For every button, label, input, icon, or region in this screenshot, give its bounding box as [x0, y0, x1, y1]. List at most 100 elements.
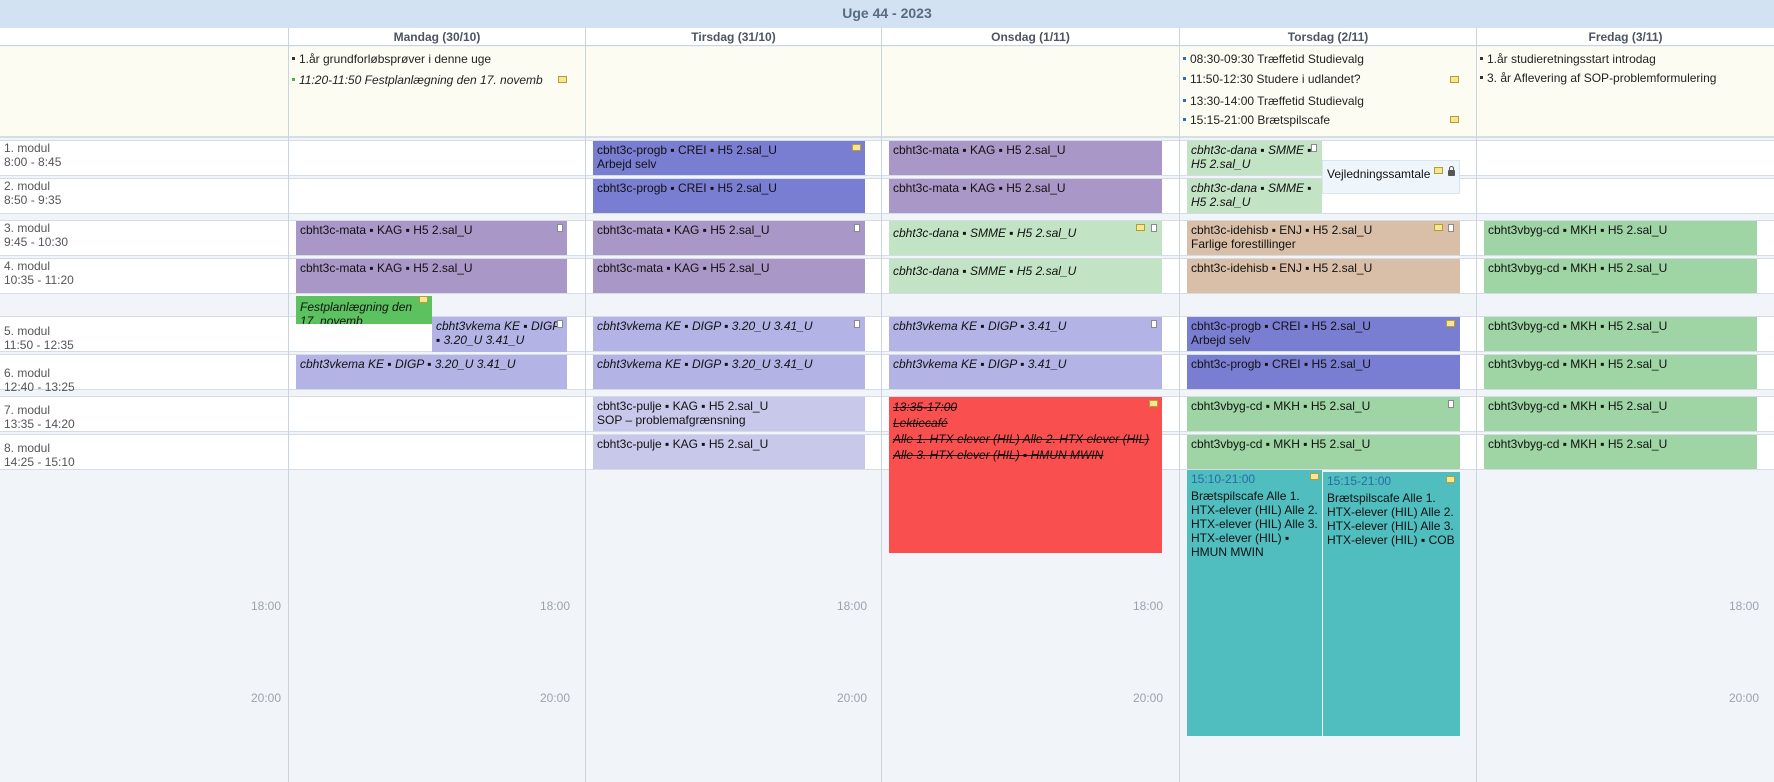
time-label-18: 18:00: [1728, 599, 1759, 613]
comment-icon[interactable]: [1446, 476, 1455, 483]
document-icon[interactable]: [1311, 144, 1317, 152]
day-header-fredag[interactable]: Fredag (3/11): [1476, 28, 1774, 46]
allday-cell-tirsdag: [585, 47, 881, 138]
comment-icon[interactable]: [852, 144, 861, 151]
festplan-event[interactable]: Festplanlægning den 17. novemb: [296, 296, 432, 324]
comment-icon[interactable]: [1450, 76, 1459, 83]
lesson-event[interactable]: cbht3c-mata ▪ KAG ▪ H5 2.sal_U: [593, 259, 865, 293]
time-label-18: 18:00: [250, 599, 281, 613]
lesson-event[interactable]: cbht3c-progb ▪ CREI ▪ H5 2.sal_U Arbejd s…: [593, 141, 865, 175]
week-title: Uge 44 - 2023: [0, 0, 1774, 29]
document-icon[interactable]: [854, 224, 860, 232]
allday-event[interactable]: 3. år Aflevering af SOP-problemformuleri…: [1480, 71, 1765, 85]
lektiecafe-event[interactable]: 13:35-17:00 Lektiecafé Alle 1. HTX eleve…: [889, 397, 1162, 553]
column-divider: [881, 138, 882, 474]
comment-icon[interactable]: [1149, 400, 1158, 407]
lesson-event[interactable]: cbht3c-dana ▪ SMME ▪ H5 2.sal_U: [889, 259, 1162, 293]
module-label: 2. modul 8:50 - 9:35: [4, 179, 62, 207]
lesson-event[interactable]: cbht3vbyg-cd ▪ MKH ▪ H5 2.sal_U: [1187, 435, 1460, 469]
time-label-18: 18:00: [539, 599, 570, 613]
column-divider: [288, 138, 289, 474]
lesson-event[interactable]: cbht3vbyg-cd ▪ MKH ▪ H5 2.sal_U: [1484, 355, 1757, 389]
lesson-event[interactable]: cbht3c-idehisb ▪ ENJ ▪ H5 2.sal_U: [1187, 259, 1460, 293]
document-icon[interactable]: [557, 224, 563, 232]
module-row: [0, 140, 1774, 176]
module-label: 3. modul 9:45 - 10:30: [4, 221, 69, 249]
allday-event[interactable]: 1.år grundforløbsprøver i denne uge: [292, 52, 572, 66]
time-label-18: 18:00: [836, 599, 867, 613]
braetspilscafe-event[interactable]: 15:15-21:00 Brætspilscafe Alle 1. HTX-el…: [1323, 472, 1460, 736]
column-divider: [585, 138, 586, 474]
lesson-event[interactable]: cbht3c-progb ▪ CREI ▪ H5 2.sal_U: [1187, 355, 1460, 389]
allday-event[interactable]: 13:30-14:00 Træffetid Studievalg: [1183, 94, 1463, 108]
time-label-20: 20:00: [250, 691, 281, 705]
lesson-event[interactable]: cbht3vkema KE ▪ DIGP ▪ 3.20_U 3.41_U: [593, 355, 865, 389]
lesson-event[interactable]: cbht3c-mata ▪ KAG ▪ H5 2.sal_U: [296, 259, 567, 293]
time-label-20: 20:00: [836, 691, 867, 705]
comment-icon[interactable]: [419, 296, 428, 303]
lesson-event[interactable]: cbht3vkema KE ▪ DIGP ▪ 3.20_U 3.41_U: [432, 317, 567, 352]
module-label: 8. modul 14:25 - 15:10: [4, 441, 75, 469]
lesson-event[interactable]: cbht3vkema KE ▪ DIGP ▪ 3.41_U: [889, 355, 1162, 389]
time-label-18: 18:00: [1132, 599, 1163, 613]
day-header-onsdag[interactable]: Onsdag (1/11): [881, 28, 1179, 46]
comment-icon[interactable]: [1450, 116, 1459, 123]
comment-icon[interactable]: [1136, 224, 1145, 231]
allday-event[interactable]: 1.år studieretningsstart introdag: [1480, 52, 1765, 66]
allday-event[interactable]: 08:30-09:30 Træffetid Studievalg: [1183, 52, 1463, 66]
vejledningssamtale-event[interactable]: Vejledningssamtale: [1322, 160, 1460, 194]
day-header-torsdag[interactable]: Torsdag (2/11): [1179, 28, 1476, 46]
module-label: 6. modul 12:40 - 13:25: [4, 366, 75, 394]
document-icon[interactable]: [1151, 320, 1157, 328]
lesson-event[interactable]: cbht3c-dana ▪ SMME ▪ H5 2.sal_U: [889, 221, 1162, 255]
lesson-event[interactable]: cbht3c-idehisb ▪ ENJ ▪ H5 2.sal_U Farlige…: [1187, 221, 1460, 255]
lesson-event[interactable]: cbht3c-dana ▪ SMME ▪ H5 2.sal_U: [1187, 141, 1322, 175]
module-label: 7. modul 13:35 - 14:20: [4, 403, 75, 431]
allday-event[interactable]: 15:15-21:00 Brætspilscafe: [1183, 113, 1443, 127]
lesson-event[interactable]: cbht3c-dana ▪ SMME ▪ H5 2.sal_U: [1187, 179, 1322, 213]
lesson-event[interactable]: cbht3c-mata ▪ KAG ▪ H5 2.sal_U: [296, 221, 567, 255]
document-icon[interactable]: [1448, 224, 1454, 232]
lesson-event[interactable]: cbht3vbyg-cd ▪ MKH ▪ H5 2.sal_U: [1484, 221, 1757, 255]
calendar-week-view: Uge 44 - 2023 Mandag (30/10) Tirsdag (31…: [0, 0, 1774, 782]
lock-icon: [1448, 166, 1455, 176]
time-label-20: 20:00: [1728, 691, 1759, 705]
allday-label-cell: [0, 47, 289, 138]
lesson-event[interactable]: cbht3vkema KE ▪ DIGP ▪ 3.20_U 3.41_U: [593, 317, 865, 351]
document-icon[interactable]: [1151, 224, 1157, 232]
lesson-event[interactable]: cbht3vbyg-cd ▪ MKH ▪ H5 2.sal_U: [1187, 397, 1460, 431]
comment-icon[interactable]: [1434, 167, 1443, 174]
allday-cell-onsdag: [881, 47, 1179, 138]
document-icon[interactable]: [1448, 400, 1454, 408]
lesson-event[interactable]: cbht3c-mata ▪ KAG ▪ H5 2.sal_U: [889, 179, 1162, 213]
day-header-blank: [0, 28, 289, 46]
module-label: 5. modul 11:50 - 12:35: [4, 324, 74, 352]
document-icon[interactable]: [854, 320, 860, 328]
day-header-mandag[interactable]: Mandag (30/10): [288, 28, 585, 46]
document-icon[interactable]: [557, 320, 563, 328]
comment-icon[interactable]: [558, 76, 567, 83]
column-divider: [1179, 138, 1180, 474]
lesson-event[interactable]: cbht3vbyg-cd ▪ MKH ▪ H5 2.sal_U: [1484, 259, 1757, 293]
lesson-event[interactable]: cbht3vkema KE ▪ DIGP ▪ 3.41_U: [889, 317, 1162, 351]
time-label-20: 20:00: [539, 691, 570, 705]
lesson-event[interactable]: cbht3c-progb ▪ CREI ▪ H5 2.sal_U: [593, 179, 865, 213]
lesson-event[interactable]: cbht3c-progb ▪ CREI ▪ H5 2.sal_U Arbejd s…: [1187, 317, 1460, 351]
lesson-event[interactable]: cbht3vkema KE ▪ DIGP ▪ 3.20_U 3.41_U: [296, 355, 567, 389]
allday-event[interactable]: 11:50-12:30 Studere i udlandet?: [1183, 72, 1443, 86]
lesson-event[interactable]: cbht3c-mata ▪ KAG ▪ H5 2.sal_U: [593, 221, 865, 255]
lesson-event[interactable]: cbht3c-pulje ▪ KAG ▪ H5 2.sal_U SOP – pro…: [593, 397, 865, 431]
allday-event[interactable]: 11:20-11:50 Festplanlægning den 17. nove…: [292, 73, 554, 87]
comment-icon[interactable]: [1446, 320, 1455, 327]
lesson-event[interactable]: cbht3vbyg-cd ▪ MKH ▪ H5 2.sal_U: [1484, 397, 1757, 431]
lesson-event[interactable]: cbht3c-pulje ▪ KAG ▪ H5 2.sal_U: [593, 435, 865, 469]
day-header-tirsdag[interactable]: Tirsdag (31/10): [585, 28, 881, 46]
braetspilscafe-event[interactable]: 15:10-21:00 Brætspilscafe Alle 1. HTX-el…: [1187, 470, 1322, 736]
module-label: 4. modul 10:35 - 11:20: [4, 259, 74, 287]
lesson-event[interactable]: cbht3vbyg-cd ▪ MKH ▪ H5 2.sal_U: [1484, 435, 1757, 469]
module-label: 1. modul 8:00 - 8:45: [4, 141, 62, 169]
lesson-event[interactable]: cbht3vbyg-cd ▪ MKH ▪ H5 2.sal_U: [1484, 317, 1757, 351]
lesson-event[interactable]: cbht3c-mata ▪ KAG ▪ H5 2.sal_U: [889, 141, 1162, 175]
comment-icon[interactable]: [1310, 473, 1319, 480]
comment-icon[interactable]: [1434, 224, 1443, 231]
